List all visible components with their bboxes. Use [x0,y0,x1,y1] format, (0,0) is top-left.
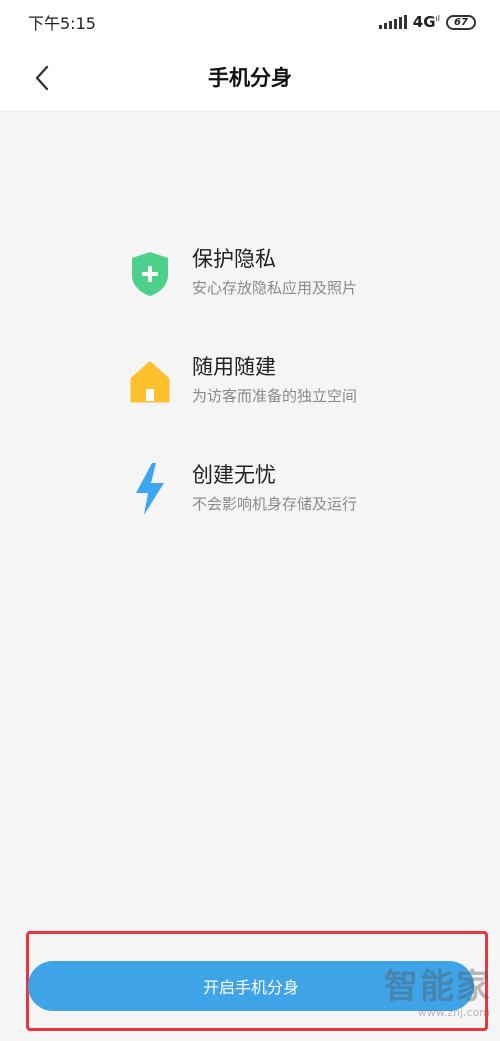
nav-bar: 手机分身 [0,44,500,112]
feature-title: 创建无忧 [192,463,276,487]
status-time: 下午5:15 [28,14,96,33]
feature-title: 随用随建 [192,355,276,379]
status-bar: 下午5:15 4Gıl 67 [0,0,500,44]
watermark-logo: 智能家 [384,967,492,1007]
feature-description: 不会影响机身存储及运行 [192,495,358,513]
shield-plus-icon [132,252,168,296]
watermark-url: www.znj.com [417,1006,490,1019]
feature-description: 为访客而准备的独立空间 [192,387,358,405]
feature-description: 安心存放隐私应用及照片 [192,279,358,297]
network-indicator: 4Gıl [412,13,440,31]
page-title: 手机分身 [208,66,292,90]
house-icon [130,361,170,403]
signal-icon [378,15,407,29]
status-indicators: 4Gıl 67 [378,13,476,31]
lightning-icon [136,463,164,515]
feature-item-privacy: 保护隐私 安心存放隐私应用及照片 [128,243,458,307]
feature-item-guest: 随用随建 为访客而准备的独立空间 [128,351,458,415]
watermark: 智能家 www.znj.com [384,968,496,1032]
feature-item-worry-free: 创建无忧 不会影响机身存储及运行 [128,459,458,523]
feature-title: 保护隐私 [192,247,276,271]
battery-icon: 67 [446,14,476,30]
